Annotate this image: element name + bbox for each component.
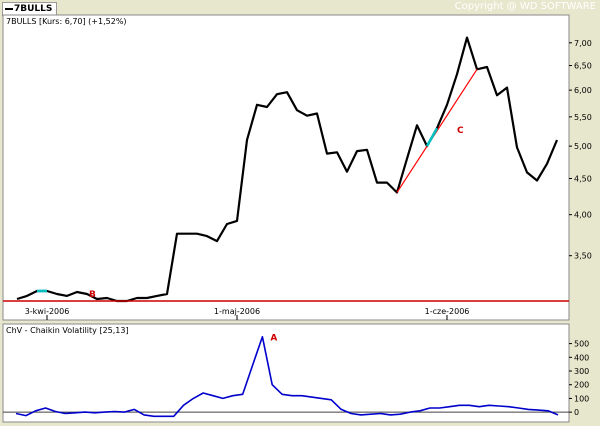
y-tick-label: 4,50 [574,174,592,183]
annotation-label-a: A [270,334,277,344]
y-tick-label: 7,00 [574,39,592,48]
y-tick-label: 3,50 [574,252,592,261]
y-tick-label: 0 [574,408,579,417]
x-tick-label: 3-kwi-2006 [25,307,70,316]
y-tick-label: 300 [574,367,589,376]
y-tick-label: 6,50 [574,62,592,71]
chart-canvas: 3,50 4,00 4,50 5,00 5,50 6,00 6,50 7,00 3-kwi-20… [2,14,592,423]
y-tick-label: 500 [574,340,589,349]
y-tick-label: 100 [574,394,589,403]
y-tick-label: 5,00 [574,142,592,151]
y-tick-label: 5,50 [574,113,592,122]
y-tick-label: 6,00 [574,86,592,95]
indicator-chart-title: ChV - Chaikin Volatility [25,13] [6,326,129,335]
annotation-label-c: C [457,126,464,136]
y-tick-label: 200 [574,381,589,390]
y-tick-label: 400 [574,353,589,362]
annotation-label-b: B [89,290,96,300]
x-tick-label: 1-cze-2006 [425,307,470,316]
indicator-plot-area [2,323,570,423]
price-chart-title: 7BULLS [Kurs: 6,70] (+1,52%) [6,17,127,26]
x-tick-label: 1-maj-2006 [214,307,260,316]
y-tick-label: 4,00 [574,211,592,220]
price-plot-area [2,14,570,321]
